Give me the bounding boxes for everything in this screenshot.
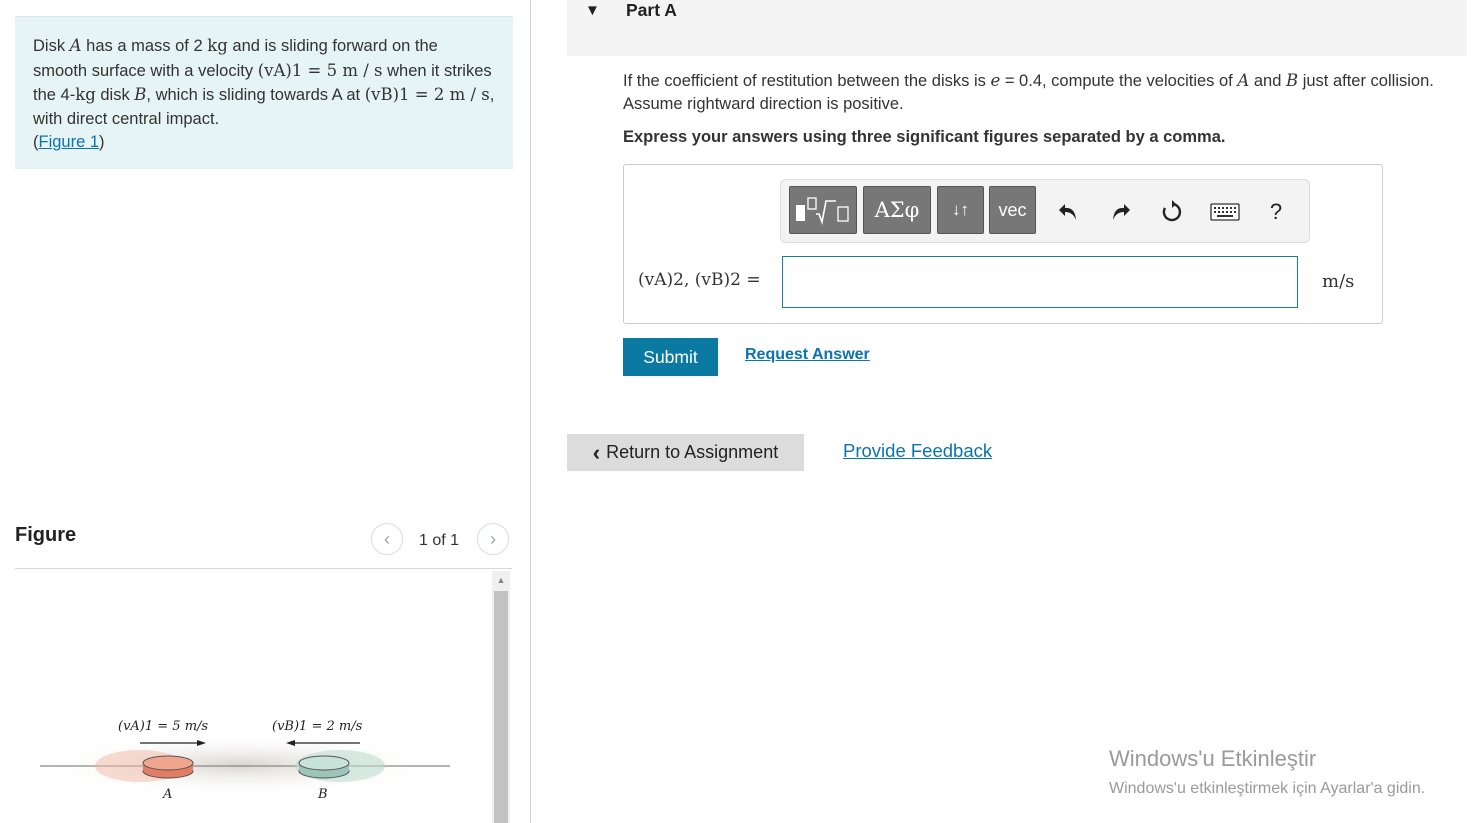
chevron-right-icon: › bbox=[490, 528, 496, 549]
answer-input[interactable] bbox=[782, 256, 1298, 308]
answer-unit: m/s bbox=[1322, 271, 1355, 292]
problem-text: has a mass of 2 bbox=[81, 37, 208, 55]
disk-b-top bbox=[298, 755, 350, 771]
figure-counter: 1 of 1 bbox=[419, 532, 460, 549]
figure-link[interactable]: Figure 1 bbox=[39, 133, 100, 151]
figure-label-vB: (vB)1 = 2 m/s bbox=[272, 719, 363, 734]
figure-title: Figure bbox=[15, 524, 77, 546]
reset-icon[interactable] bbox=[1158, 198, 1186, 226]
paren: ) bbox=[99, 133, 105, 152]
provide-feedback-link[interactable]: Provide Feedback bbox=[843, 440, 992, 462]
figure-label-vA: (vA)1 = 5 m/s bbox=[118, 719, 208, 734]
unit-kg: kg bbox=[75, 85, 96, 105]
request-answer-link[interactable]: Request Answer bbox=[745, 346, 870, 364]
help-button[interactable]: ? bbox=[1262, 198, 1290, 226]
disk-b-label: B bbox=[317, 787, 328, 802]
velocity-vB1: (vB)1 = 2 m / s bbox=[364, 85, 490, 105]
templates-button[interactable] bbox=[789, 186, 857, 234]
divider bbox=[15, 568, 512, 569]
figure-image: (vA)1 = 5 m/s (vB)1 = 2 m/s A B bbox=[30, 719, 450, 802]
var-A: A bbox=[69, 36, 82, 55]
part-header[interactable] bbox=[567, 0, 1467, 56]
problem-text: Disk bbox=[33, 37, 70, 55]
keyboard-icon[interactable] bbox=[1209, 198, 1241, 226]
problem-text: , which is sliding towards A at bbox=[146, 86, 365, 105]
question-part: and bbox=[1249, 72, 1286, 90]
surface-shading bbox=[30, 733, 450, 797]
greek-symbols-button[interactable]: ΑΣφ bbox=[863, 186, 931, 234]
var-B: B bbox=[134, 85, 147, 105]
arrows-button[interactable]: ↓↑ bbox=[937, 186, 984, 234]
vector-button[interactable]: vec bbox=[989, 186, 1036, 234]
problem-text: disk bbox=[95, 86, 135, 105]
velocity-vA1: (vA)1 = 5 m / s bbox=[257, 60, 383, 80]
problem-statement: Disk A has a mass of 2 kg and is sliding… bbox=[15, 16, 513, 169]
sqrt-template-icon bbox=[796, 197, 849, 225]
caret-down-icon[interactable]: ▼ bbox=[585, 2, 600, 19]
activation-watermark-title: Windows'u Etkinleştir bbox=[1109, 746, 1317, 771]
return-to-assignment-button[interactable]: ‹ Return to Assignment bbox=[567, 434, 804, 471]
scroll-up-arrow-icon[interactable]: ▲ bbox=[492, 571, 510, 589]
part-title[interactable]: Part A bbox=[626, 0, 677, 21]
question-part: = 0.4, compute the velocities of bbox=[1000, 72, 1238, 90]
var-e: e bbox=[990, 71, 1001, 90]
var-B: B bbox=[1285, 71, 1299, 90]
figure-prev-button[interactable]: ‹ bbox=[371, 523, 403, 555]
activation-watermark-subtitle: Windows'u etkinleştirmek için Ayarlar'a … bbox=[1109, 780, 1426, 797]
chevron-left-icon: ‹ bbox=[592, 439, 601, 465]
answer-label: (vA)2, (vB)2 = bbox=[638, 270, 761, 290]
chevron-left-icon: ‹ bbox=[384, 528, 390, 549]
figure-next-button[interactable]: › bbox=[477, 523, 509, 555]
submit-button[interactable]: Submit bbox=[623, 338, 718, 376]
unit-kg: kg bbox=[207, 36, 228, 55]
question-part: If the coefficient of restitution betwee… bbox=[623, 72, 991, 90]
pane-divider[interactable] bbox=[530, 0, 531, 823]
instruction-text: Express your answers using three signifi… bbox=[623, 128, 1226, 146]
question-text: If the coefficient of restitution betwee… bbox=[623, 70, 1453, 115]
var-A: A bbox=[1237, 71, 1250, 90]
disk-a-label: A bbox=[162, 787, 172, 802]
return-label: Return to Assignment bbox=[606, 442, 779, 462]
redo-icon[interactable] bbox=[1107, 198, 1135, 226]
scrollbar-thumb[interactable] bbox=[494, 591, 508, 823]
undo-icon[interactable] bbox=[1054, 198, 1082, 226]
disk-a-top bbox=[142, 755, 194, 771]
